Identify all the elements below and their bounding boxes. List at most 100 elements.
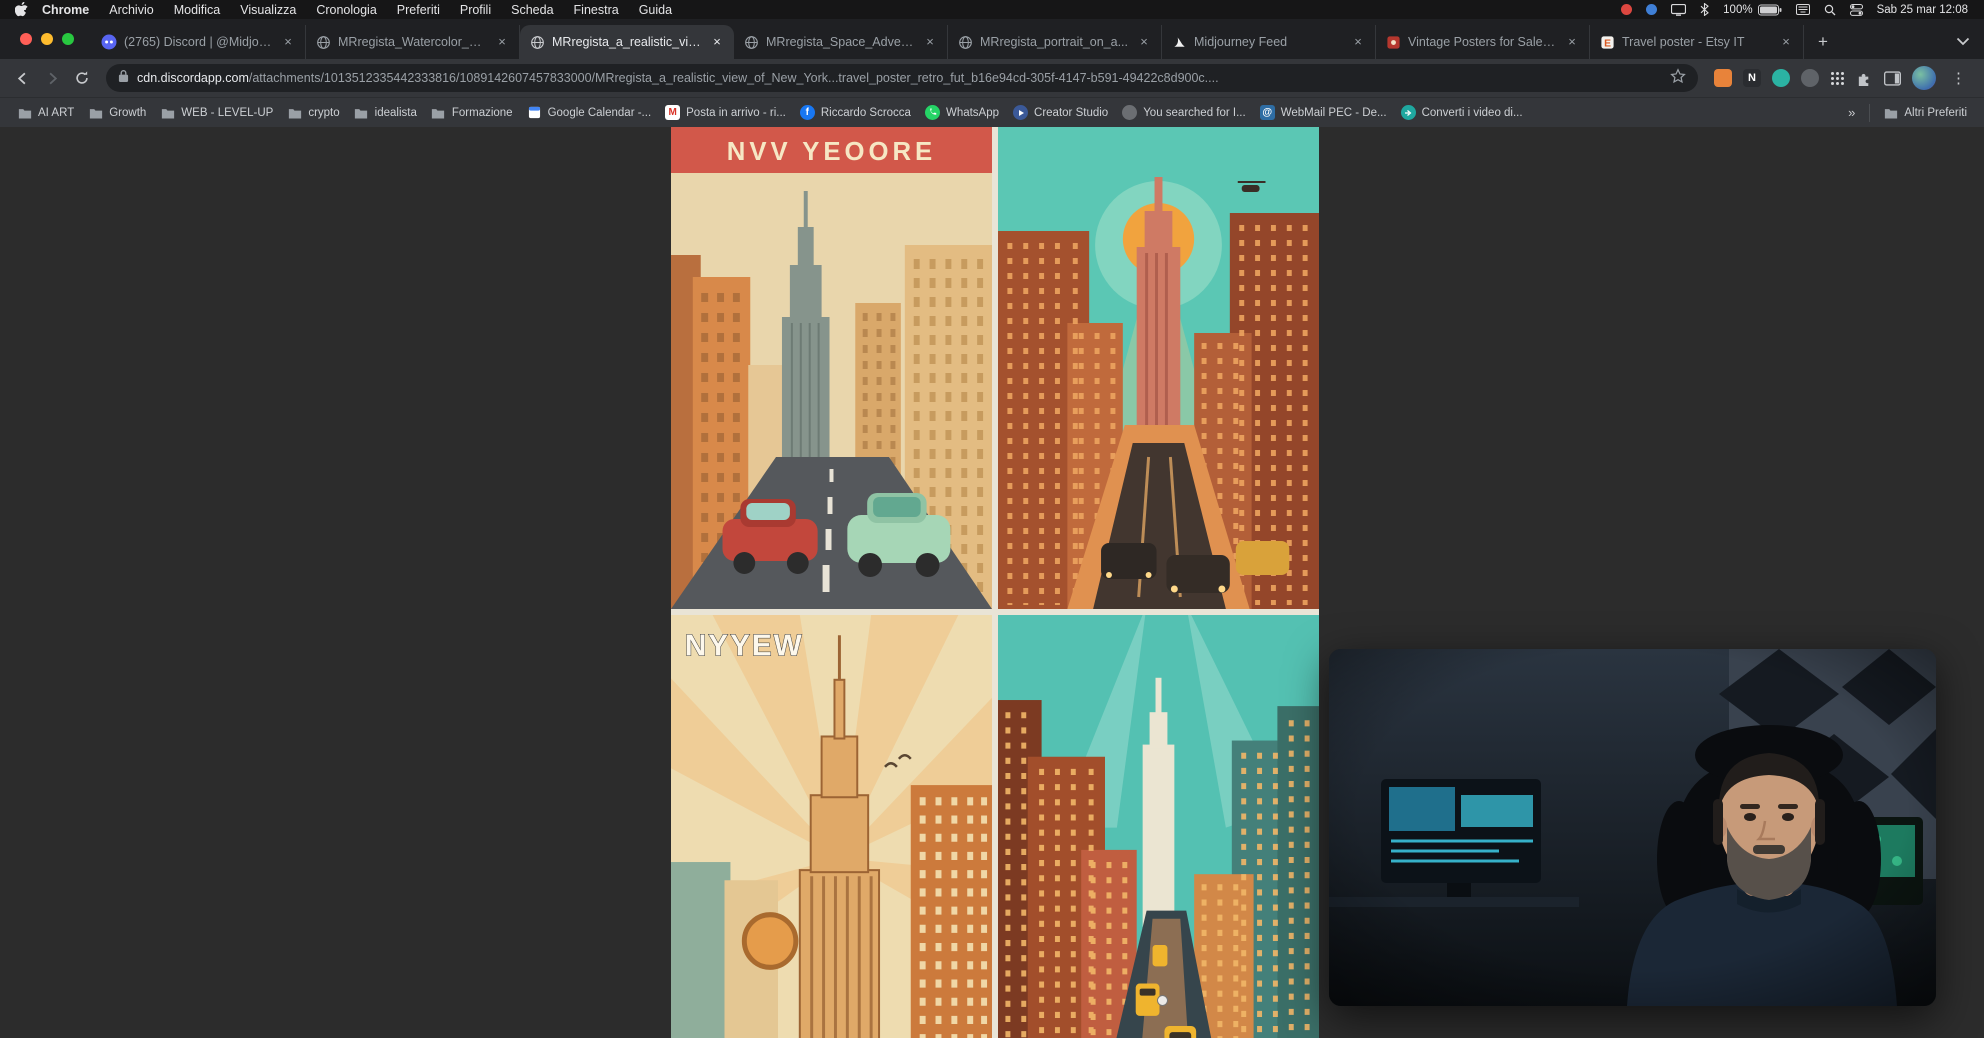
bookmark-gmail-inbox[interactable]: M Posta in arrivo - ri... bbox=[658, 102, 793, 123]
back-button[interactable] bbox=[8, 64, 36, 92]
browser-window: (2765) Discord | @Midjou... × MRregista_… bbox=[0, 19, 1984, 1038]
svg-text:NYYEW: NYYEW bbox=[685, 629, 804, 662]
menubar-item-preferiti[interactable]: Preferiti bbox=[387, 3, 450, 17]
creator-studio-icon bbox=[1013, 105, 1028, 120]
bookmark-webmail-pec[interactable]: @ WebMail PEC - De... bbox=[1253, 102, 1394, 123]
tab-etsy[interactable]: E Travel poster - Etsy IT × bbox=[1590, 25, 1804, 59]
bookmark-facebook-profile[interactable]: f Riccardo Scrocca bbox=[793, 102, 918, 123]
tab-close-icon[interactable]: × bbox=[494, 34, 510, 50]
bookmark-growth[interactable]: Growth bbox=[81, 102, 153, 123]
folder-icon bbox=[287, 105, 302, 120]
vintage-posters-favicon bbox=[1385, 34, 1401, 50]
bookmark-whatsapp[interactable]: WhatsApp bbox=[918, 102, 1006, 123]
display-icon[interactable] bbox=[1671, 4, 1686, 16]
extensions-puzzle-icon[interactable] bbox=[1856, 70, 1873, 87]
tab-label: MRregista_Watercolor_Pa... bbox=[338, 35, 487, 49]
bookmark-ai-art[interactable]: AI ART bbox=[10, 102, 81, 123]
menubar-item-finestra[interactable]: Finestra bbox=[564, 3, 629, 17]
apple-menu-icon[interactable] bbox=[10, 2, 32, 17]
tab-label: Travel poster - Etsy IT bbox=[1622, 35, 1771, 49]
tab-groups-grid-icon[interactable] bbox=[1830, 71, 1845, 86]
tab-close-icon[interactable]: × bbox=[922, 34, 938, 50]
window-zoom-button[interactable] bbox=[62, 33, 74, 45]
bookmarks-bar: AI ART Growth WEB - LEVEL-UP crypto idea… bbox=[0, 97, 1984, 127]
menubar-item-modifica[interactable]: Modifica bbox=[164, 3, 231, 17]
image-grid: NVV YEOORE bbox=[671, 127, 1319, 1038]
menubar-item-guida[interactable]: Guida bbox=[629, 3, 682, 17]
tab-label: Vintage Posters for Sale |... bbox=[1408, 35, 1557, 49]
tab-close-icon[interactable]: × bbox=[280, 34, 296, 50]
bookmark-google-calendar[interactable]: Google Calendar -... bbox=[520, 102, 659, 123]
window-minimize-button[interactable] bbox=[41, 33, 53, 45]
spotlight-search-icon[interactable] bbox=[1824, 4, 1836, 16]
site-lock-icon[interactable] bbox=[118, 69, 129, 88]
tab-midjourney-feed[interactable]: Midjourney Feed × bbox=[1162, 25, 1376, 59]
bookmark-converti-video[interactable]: Converti i video di... bbox=[1394, 102, 1530, 123]
menubar-item-cronologia[interactable]: Cronologia bbox=[306, 3, 386, 17]
tab-space-adventure[interactable]: MRregista_Space_Advent... × bbox=[734, 25, 948, 59]
reload-button[interactable] bbox=[68, 64, 96, 92]
bluetooth-icon[interactable] bbox=[1700, 3, 1709, 16]
folder-icon bbox=[1883, 105, 1898, 120]
url-text: cdn.discordapp.com/attachments/101351233… bbox=[137, 71, 1662, 85]
tab-vintage-posters[interactable]: Vintage Posters for Sale |... × bbox=[1376, 25, 1590, 59]
tab-label: MRregista_a_realistic_vie... bbox=[552, 35, 702, 49]
svg-text:E: E bbox=[1604, 38, 1611, 49]
other-bookmarks-button[interactable]: Altri Preferiti bbox=[1876, 102, 1974, 123]
battery-indicator[interactable]: 100% bbox=[1723, 4, 1781, 16]
tab-close-icon[interactable]: × bbox=[709, 34, 725, 50]
bookmark-creator-studio[interactable]: Creator Studio bbox=[1006, 102, 1115, 123]
globe-favicon bbox=[957, 34, 973, 50]
video-converter-icon bbox=[1401, 105, 1416, 120]
tab-realistic-view-active[interactable]: MRregista_a_realistic_vie... × bbox=[520, 25, 734, 59]
tab-close-icon[interactable]: × bbox=[1564, 34, 1580, 50]
bookmark-you-searched[interactable]: You searched for I... bbox=[1115, 102, 1253, 123]
url-host: cdn.discordapp.com bbox=[137, 71, 249, 85]
tab-label: MRregista_portrait_on_a... bbox=[980, 35, 1129, 49]
tab-close-icon[interactable]: × bbox=[1136, 34, 1152, 50]
bookmark-formazione[interactable]: Formazione bbox=[424, 102, 520, 123]
control-center-icon[interactable] bbox=[1850, 4, 1863, 16]
tab-portrait[interactable]: MRregista_portrait_on_a... × bbox=[948, 25, 1162, 59]
generated-poster-bottom-right bbox=[998, 615, 1319, 1038]
menubar-app-name[interactable]: Chrome bbox=[32, 3, 99, 17]
extensions-area: N ⋮ bbox=[1708, 66, 1976, 90]
bookmark-star-icon[interactable] bbox=[1670, 68, 1686, 89]
menubar-clock[interactable]: Sab 25 mar 12:08 bbox=[1877, 4, 1974, 16]
browser-menu-kebab-icon[interactable]: ⋮ bbox=[1947, 69, 1970, 87]
extension-icon-notion[interactable]: N bbox=[1743, 69, 1761, 87]
generated-poster-bottom-left: NYYEW bbox=[671, 615, 992, 1038]
profile-avatar[interactable] bbox=[1912, 66, 1936, 90]
side-panel-icon[interactable] bbox=[1884, 71, 1901, 86]
extension-icon-2[interactable] bbox=[1772, 69, 1790, 87]
keyboard-input-icon[interactable] bbox=[1796, 4, 1810, 15]
bookmark-web-level-up[interactable]: WEB - LEVEL-UP bbox=[153, 102, 280, 123]
bookmark-idealista[interactable]: idealista bbox=[347, 102, 424, 123]
extension-icon-1[interactable] bbox=[1714, 69, 1732, 87]
address-bar[interactable]: cdn.discordapp.com/attachments/101351233… bbox=[106, 64, 1698, 92]
tab-label: Midjourney Feed bbox=[1194, 35, 1343, 49]
status-app-icon-red[interactable] bbox=[1621, 4, 1632, 15]
tab-close-icon[interactable]: × bbox=[1350, 34, 1366, 50]
menubar-item-profili[interactable]: Profili bbox=[450, 3, 501, 17]
tab-label: (2765) Discord | @Midjou... bbox=[124, 35, 273, 49]
forward-button[interactable] bbox=[38, 64, 66, 92]
tab-discord[interactable]: (2765) Discord | @Midjou... × bbox=[92, 25, 306, 59]
extension-icon-3[interactable] bbox=[1801, 69, 1819, 87]
bookmark-crypto[interactable]: crypto bbox=[280, 102, 346, 123]
bookmarks-overflow-chevron[interactable]: » bbox=[1840, 105, 1863, 120]
generic-site-icon bbox=[1122, 105, 1137, 120]
menu-bar: Chrome Archivio Modifica Visualizza Cron… bbox=[0, 0, 1984, 19]
tab-label: MRregista_Space_Advent... bbox=[766, 35, 915, 49]
svg-text:NVV YEOORE: NVV YEOORE bbox=[727, 138, 936, 166]
generated-poster-top-right bbox=[998, 127, 1319, 609]
menubar-item-archivio[interactable]: Archivio bbox=[99, 3, 163, 17]
tab-search-chevron-icon[interactable] bbox=[1956, 33, 1970, 51]
status-app-icon-blue[interactable] bbox=[1646, 4, 1657, 15]
menubar-item-scheda[interactable]: Scheda bbox=[501, 3, 563, 17]
menubar-item-visualizza[interactable]: Visualizza bbox=[230, 3, 306, 17]
tab-close-icon[interactable]: × bbox=[1778, 34, 1794, 50]
window-close-button[interactable] bbox=[20, 33, 32, 45]
tab-watercolor[interactable]: MRregista_Watercolor_Pa... × bbox=[306, 25, 520, 59]
new-tab-button[interactable]: + bbox=[1810, 29, 1836, 55]
